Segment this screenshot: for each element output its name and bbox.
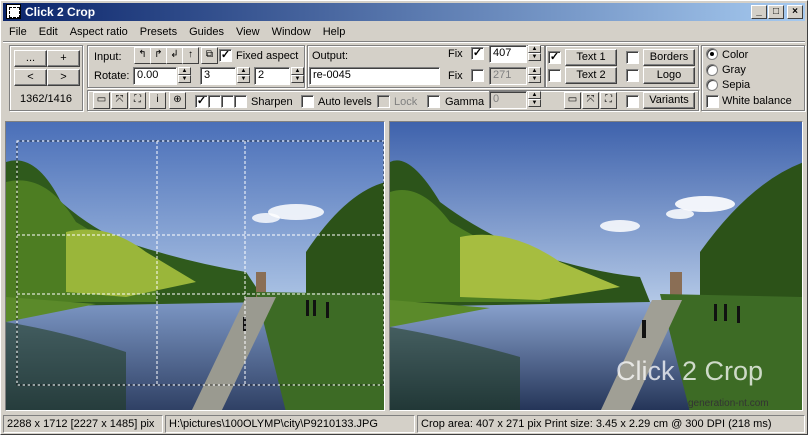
nav-next-button[interactable]: > bbox=[47, 69, 80, 86]
fix-width-checkbox[interactable]: ✓ bbox=[471, 47, 484, 60]
fix-height-checkbox[interactable] bbox=[471, 69, 484, 82]
nav-add-button[interactable]: + bbox=[47, 50, 80, 67]
app-window: Click 2 Crop _ □ × File Edit Aspect rati… bbox=[0, 0, 808, 435]
text1-button[interactable]: Text 1 bbox=[565, 49, 617, 66]
maximize-button[interactable]: □ bbox=[768, 5, 784, 19]
menu-guides[interactable]: Guides bbox=[183, 23, 230, 41]
minimize-button[interactable]: _ bbox=[751, 5, 767, 19]
menu-view[interactable]: View bbox=[230, 23, 266, 41]
menu-aspect-ratio[interactable]: Aspect ratio bbox=[64, 23, 134, 41]
borders-button[interactable]: Borders bbox=[643, 49, 695, 66]
gamma-spinner[interactable]: ▲ ▼ bbox=[528, 91, 541, 107]
text1-checkbox[interactable]: ✓ bbox=[548, 51, 561, 64]
gamma-checkbox[interactable] bbox=[427, 95, 440, 108]
nav-prev-button[interactable]: < bbox=[14, 69, 47, 86]
white-balance-checkbox[interactable] bbox=[706, 95, 719, 108]
preview-image-pane[interactable]: Click 2 Crop generation-nt.com bbox=[389, 121, 803, 411]
preview-fit-icon[interactable]: ⤧ bbox=[582, 92, 599, 109]
color-radio[interactable] bbox=[706, 48, 718, 60]
fix-height-label: Fix bbox=[448, 70, 463, 82]
gray-radio[interactable] bbox=[706, 64, 718, 76]
source-image-pane[interactable] bbox=[5, 121, 385, 411]
lock-checkbox[interactable] bbox=[377, 95, 390, 108]
status-crop-info: Crop area: 407 x 271 pix Print size: 3.4… bbox=[417, 415, 805, 433]
borders-checkbox[interactable] bbox=[626, 51, 639, 64]
text2-checkbox[interactable] bbox=[548, 69, 561, 82]
aspect-b-input[interactable]: 2 bbox=[254, 67, 290, 85]
fit-icon[interactable]: ⤧ bbox=[111, 92, 128, 109]
gray-label: Gray bbox=[722, 64, 746, 76]
status-file-path: H:\pictures\100OLYMP\city\P9210133.JPG bbox=[165, 415, 415, 433]
fixed-aspect-checkbox[interactable]: ✓ bbox=[219, 49, 232, 62]
auto-levels-checkbox[interactable] bbox=[301, 95, 314, 108]
sepia-label: Sepia bbox=[722, 79, 751, 91]
fix-height-input[interactable]: 271 bbox=[489, 67, 527, 85]
menu-presets[interactable]: Presets bbox=[134, 23, 183, 41]
gamma-label: Gamma bbox=[445, 96, 485, 108]
output-name-input[interactable]: re-0045 bbox=[309, 67, 440, 85]
image-counter: 1362/1416 bbox=[20, 93, 72, 105]
aspect-a-spinner[interactable]: ▲ ▼ bbox=[237, 67, 250, 83]
sharpen-level4-checkbox[interactable] bbox=[234, 95, 247, 108]
menu-separator bbox=[3, 41, 805, 43]
fix-width-input[interactable]: 407 bbox=[489, 45, 527, 63]
flip-icon[interactable]: ↲ bbox=[166, 47, 183, 64]
sharpen-level1-checkbox[interactable]: ✓ bbox=[195, 95, 208, 108]
fix-width-label: Fix bbox=[448, 48, 463, 60]
monitor-icon[interactable]: ▭ bbox=[93, 92, 110, 109]
preview-zoom-icon[interactable]: ⛶ bbox=[600, 92, 617, 109]
fixed-aspect-label: Fixed aspect bbox=[236, 50, 299, 62]
app-crop-icon bbox=[6, 4, 21, 19]
preview-watermark-text: Click 2 Crop bbox=[616, 356, 764, 386]
variants-button[interactable]: Variants bbox=[643, 92, 695, 109]
menu-bar: File Edit Aspect ratio Presets Guides Vi… bbox=[3, 23, 351, 41]
info-icon[interactable]: i bbox=[149, 92, 166, 109]
sharpen-level2-checkbox[interactable] bbox=[208, 95, 221, 108]
white-balance-label: White balance bbox=[722, 95, 792, 107]
menu-help[interactable]: Help bbox=[317, 23, 352, 41]
menu-edit[interactable]: Edit bbox=[33, 23, 64, 41]
rotate-cw-icon[interactable]: ↱ bbox=[150, 47, 167, 64]
input-label: Input: bbox=[94, 51, 122, 63]
fix-height-spinner[interactable]: ▲ ▼ bbox=[528, 67, 541, 83]
rotate-ccw-icon[interactable]: ↰ bbox=[134, 47, 151, 64]
gamma-input[interactable]: 0 bbox=[489, 91, 527, 109]
rotate-label: Rotate: bbox=[94, 70, 130, 82]
status-dimensions: 2288 x 1712 [2227 x 1485] pix bbox=[3, 415, 163, 433]
lock-label: Lock bbox=[394, 96, 418, 108]
rotate-spinner[interactable]: ▲ ▼ bbox=[178, 67, 191, 83]
output-label: Output: bbox=[312, 50, 349, 62]
nav-first-button[interactable]: ... bbox=[14, 50, 47, 67]
menu-file[interactable]: File bbox=[3, 23, 33, 41]
close-button[interactable]: × bbox=[787, 5, 803, 19]
auto-levels-label: Auto levels bbox=[318, 96, 372, 108]
preview-monitor-icon[interactable]: ▭ bbox=[564, 92, 581, 109]
logo-button[interactable]: Logo bbox=[643, 67, 695, 84]
aspect-lock-icon[interactable]: ⧉ bbox=[201, 47, 218, 64]
nav-panel: ... + < > 1362/1416 bbox=[9, 45, 83, 111]
source-photo bbox=[6, 122, 384, 410]
variants-checkbox[interactable] bbox=[626, 95, 639, 108]
title-bar[interactable]: Click 2 Crop _ □ × bbox=[3, 3, 805, 21]
text2-button[interactable]: Text 2 bbox=[565, 67, 617, 84]
aspect-b-spinner[interactable]: ▲ ▼ bbox=[291, 67, 304, 83]
sharpen-label: Sharpen bbox=[251, 96, 293, 108]
preview-site-text: generation-nt.com bbox=[688, 398, 769, 409]
color-label: Color bbox=[722, 49, 749, 61]
status-bar: 2288 x 1712 [2227 x 1485] pix H:\picture… bbox=[3, 415, 807, 433]
logo-checkbox[interactable] bbox=[626, 69, 639, 82]
arrow-up-icon[interactable]: ↑ bbox=[182, 47, 199, 64]
aspect-a-input[interactable]: 3 bbox=[200, 67, 236, 85]
menu-window[interactable]: Window bbox=[266, 23, 317, 41]
fix-width-spinner[interactable]: ▲ ▼ bbox=[528, 45, 541, 61]
guides-icon[interactable]: ⊕ bbox=[169, 92, 186, 109]
zoom-icon[interactable]: ⛶ bbox=[129, 92, 146, 109]
sepia-radio[interactable] bbox=[706, 79, 718, 91]
window-title: Click 2 Crop bbox=[25, 5, 96, 19]
rotate-input[interactable]: 0.00 bbox=[133, 67, 177, 85]
sharpen-level3-checkbox[interactable] bbox=[221, 95, 234, 108]
